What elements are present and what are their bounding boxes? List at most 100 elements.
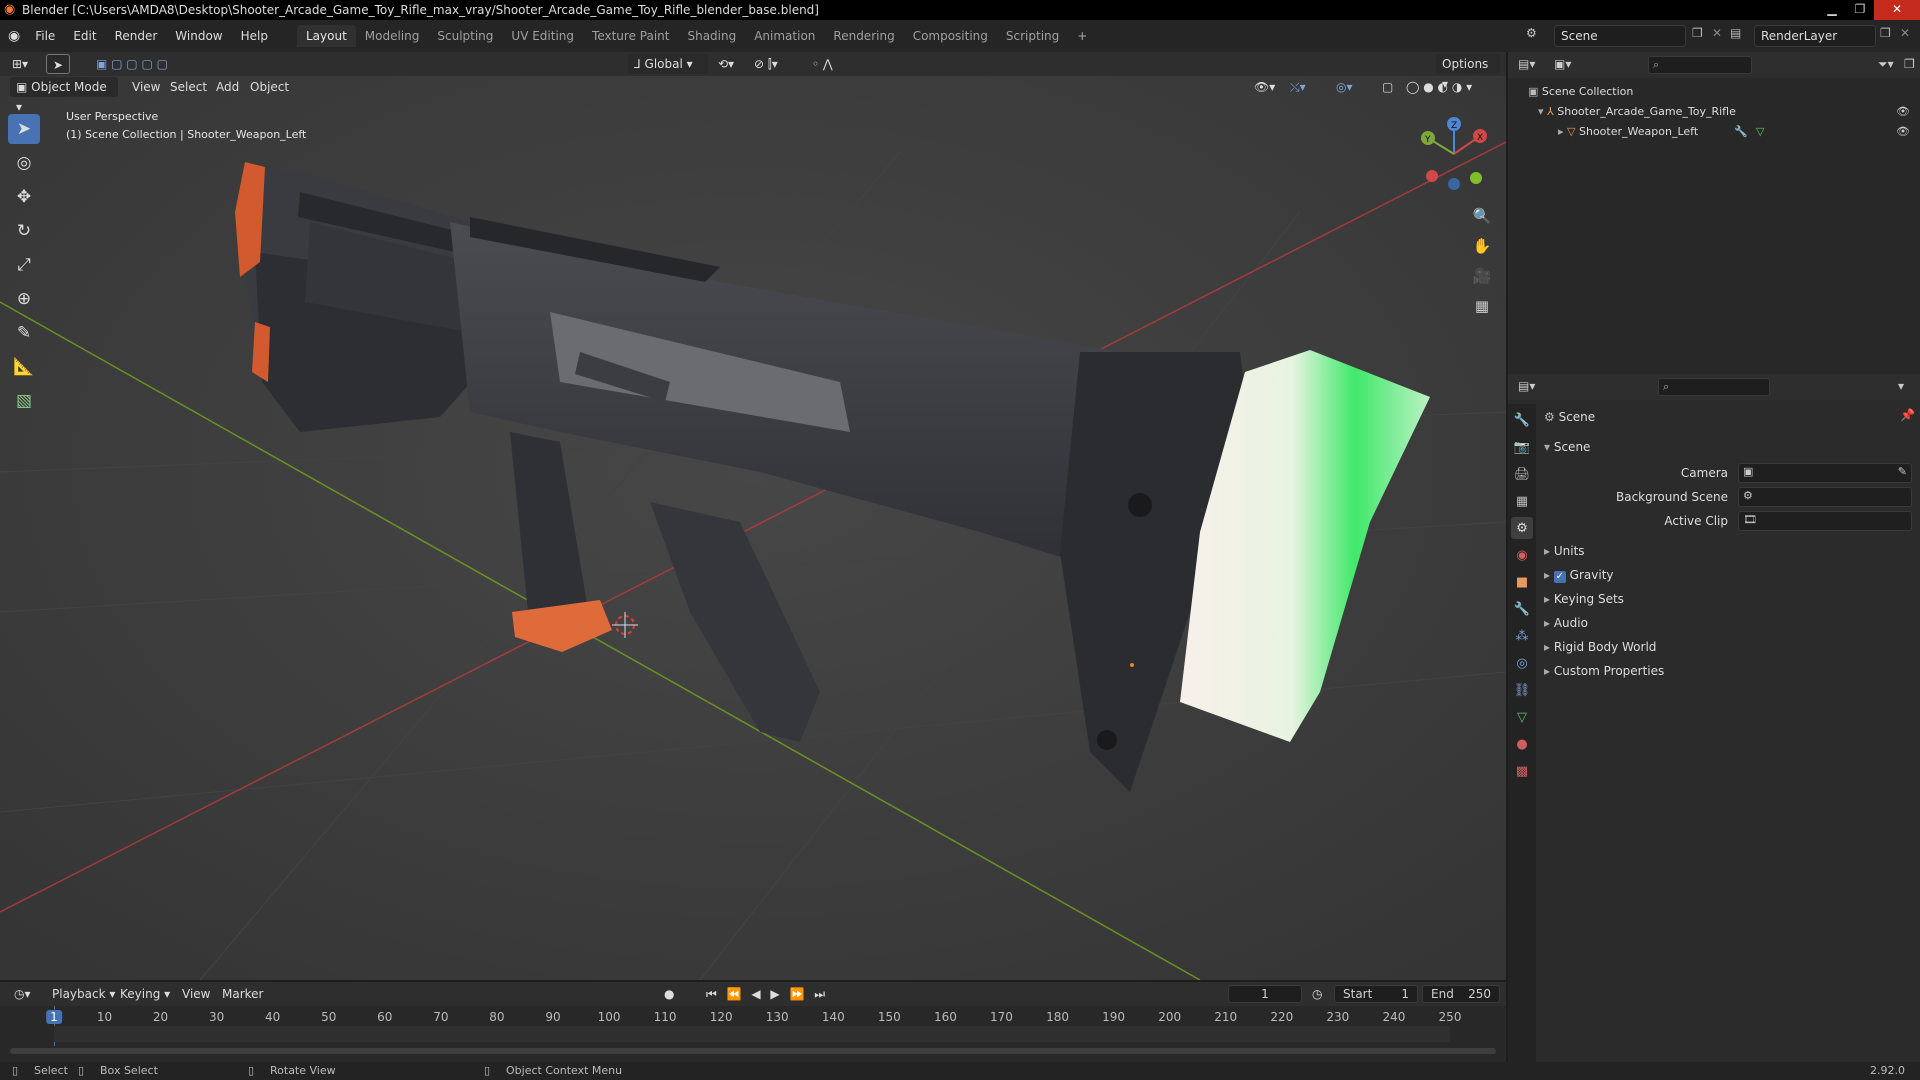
gravity-checkbox[interactable]: ✓ bbox=[1553, 571, 1566, 583]
menu-add[interactable]: Add bbox=[210, 77, 245, 97]
units-panel-header[interactable]: ▸ Units bbox=[1544, 540, 1914, 562]
scale-tool-icon[interactable]: ⤢ bbox=[8, 250, 40, 280]
active-clip-field[interactable]: 🎞 bbox=[1738, 511, 1912, 531]
cursor-tool-icon[interactable]: ◎ bbox=[8, 148, 40, 178]
maximize-button[interactable]: ❐ bbox=[1846, 0, 1874, 20]
material-tab-icon[interactable]: ● bbox=[1511, 733, 1533, 755]
visibility-icon[interactable]: 👁▾ bbox=[1248, 77, 1281, 97]
scene-tab-icon[interactable]: ⚙ bbox=[1511, 517, 1533, 539]
snap-icon[interactable]: ⊘ ⫿▾ bbox=[748, 54, 784, 74]
keying-sets-panel-header[interactable]: ▸ Keying Sets bbox=[1544, 588, 1914, 610]
tab-scripting[interactable]: Scripting bbox=[997, 25, 1068, 47]
tab-modeling[interactable]: Modeling bbox=[356, 25, 429, 47]
pan-hand-icon[interactable]: ✋ bbox=[1468, 232, 1496, 260]
custom-properties-panel-header[interactable]: ▸ Custom Properties bbox=[1544, 660, 1914, 682]
gizmo-toggle-icon[interactable]: ⤯▾ bbox=[1284, 77, 1312, 97]
navigation-gizmo[interactable]: Z X Y bbox=[1414, 114, 1494, 194]
add-cube-tool-icon[interactable]: ▧ bbox=[8, 386, 40, 416]
chevron-down-icon[interactable]: ▾ bbox=[1898, 379, 1904, 393]
delete-scene-icon[interactable]: ✕ bbox=[1712, 26, 1722, 40]
properties-search-input[interactable]: ⌕ bbox=[1658, 378, 1770, 396]
camera-view-icon[interactable]: 🎥 bbox=[1468, 262, 1496, 290]
close-window-button[interactable]: ✕ bbox=[1874, 0, 1920, 20]
playback-controls[interactable]: ⏮ ⏪ ◀ ▶ ⏩ ⏭ bbox=[700, 984, 834, 1004]
tab-shading[interactable]: Shading bbox=[678, 25, 745, 47]
mesh-data-icon[interactable]: ▽ bbox=[1756, 122, 1764, 142]
end-frame-field[interactable]: End 250 bbox=[1422, 985, 1500, 1003]
measure-tool-icon[interactable]: 📐 bbox=[8, 352, 40, 382]
new-scene-icon[interactable]: ❐ bbox=[1692, 26, 1703, 40]
minimize-button[interactable]: ▁ bbox=[1818, 0, 1846, 20]
properties-editor-type-icon[interactable]: ▤▾ bbox=[1518, 379, 1535, 393]
transform-orientation-dropdown[interactable]: ⅃ Global ▾ bbox=[628, 54, 708, 74]
gravity-panel-header[interactable]: ▸ ✓ Gravity bbox=[1544, 564, 1914, 586]
filter-icon[interactable]: ⏷▾ bbox=[1878, 57, 1894, 72]
menu-file[interactable]: File bbox=[26, 25, 64, 47]
audio-panel-header[interactable]: ▸ Audio bbox=[1544, 612, 1914, 634]
physics-tab-icon[interactable]: ◎ bbox=[1511, 652, 1533, 674]
new-collection-icon[interactable]: ❐ bbox=[1904, 57, 1915, 71]
viewport-scene[interactable] bbox=[0, 52, 1506, 980]
select-tool-icon[interactable]: ➤ bbox=[46, 54, 71, 74]
outliner-row-root[interactable]: ▣ Scene Collection bbox=[1528, 82, 1908, 102]
menu-playback[interactable]: Playback ▾ bbox=[46, 984, 121, 1004]
object-tab-icon[interactable]: ■ bbox=[1511, 571, 1533, 593]
select-box-tool-icon[interactable]: ➤ bbox=[8, 114, 40, 144]
menu-edit[interactable]: Edit bbox=[64, 25, 105, 47]
tab-uv-editing[interactable]: UV Editing bbox=[502, 25, 583, 47]
tab-rendering[interactable]: Rendering bbox=[824, 25, 903, 47]
xray-icon[interactable]: ▢ bbox=[1376, 77, 1399, 97]
tab-animation[interactable]: Animation bbox=[745, 25, 824, 47]
add-workspace-button[interactable]: + bbox=[1068, 25, 1096, 47]
outliner-search-input[interactable]: ⌕ bbox=[1648, 56, 1752, 74]
overlay-toggle-icon[interactable]: ◎▾ bbox=[1330, 77, 1359, 97]
proportional-edit-icon[interactable]: ◦ ⋀ bbox=[806, 54, 839, 74]
tab-compositing[interactable]: Compositing bbox=[904, 25, 997, 47]
preview-range-icon[interactable]: ◷ bbox=[1306, 984, 1328, 1004]
blender-menu-icon[interactable]: ◉ bbox=[8, 28, 20, 44]
view-layer-tab-icon[interactable]: ▦ bbox=[1511, 490, 1533, 512]
current-frame-field[interactable]: 1 bbox=[1228, 985, 1302, 1003]
pin-icon[interactable]: 📌 bbox=[1900, 408, 1915, 422]
eyedropper-icon[interactable]: ✎ bbox=[1898, 465, 1907, 478]
scene-selector[interactable]: Scene bbox=[1554, 25, 1686, 47]
outliner-editor-type-icon[interactable]: ▤▾ bbox=[1518, 57, 1535, 71]
move-tool-icon[interactable]: ✥ bbox=[8, 182, 40, 212]
texture-tab-icon[interactable]: ▩ bbox=[1511, 760, 1533, 782]
modifier-icon[interactable]: 🔧 bbox=[1734, 122, 1748, 142]
menu-marker[interactable]: Marker bbox=[216, 984, 269, 1004]
data-tab-icon[interactable]: ▽ bbox=[1511, 706, 1533, 728]
rigid-body-world-panel-header[interactable]: ▸ Rigid Body World bbox=[1544, 636, 1914, 658]
tab-layout[interactable]: Layout bbox=[296, 25, 356, 47]
scene-panel-header[interactable]: ▾ Scene bbox=[1544, 436, 1914, 458]
annotate-tool-icon[interactable]: ✎ bbox=[8, 318, 40, 348]
shading-modes-icons[interactable]: ◯ ● ◐ ◑ ▾ bbox=[1400, 77, 1478, 97]
view-layer-selector[interactable]: RenderLayer bbox=[1754, 25, 1876, 47]
auto-keying-icon[interactable]: ● bbox=[658, 984, 680, 1004]
transform-tool-icon[interactable]: ⊕ bbox=[8, 284, 40, 314]
display-mode-icon[interactable]: ▣▾ bbox=[1554, 57, 1571, 71]
render-tab-icon[interactable]: 📷 bbox=[1511, 436, 1533, 458]
new-view-layer-icon[interactable]: ❐ bbox=[1880, 26, 1891, 40]
modifier-tab-icon[interactable]: 🔧 bbox=[1511, 598, 1533, 620]
zoom-icon[interactable]: 🔍 bbox=[1468, 202, 1496, 230]
pivot-point-icon[interactable]: ⟲▾ bbox=[712, 54, 740, 74]
outliner-row-0[interactable]: ▾ ⅄ Shooter_Arcade_Game_Toy_Rifle 👁 bbox=[1538, 102, 1910, 122]
timeline-ruler[interactable]: 1 10 20 30 40 50 60 70 80 90 100 110 120 130 140 150 160… bbox=[0, 1006, 1506, 1062]
3d-viewport[interactable]: ⊞▾ ➤ ▣ ▢ ▢ ▢ ▢ ⅃ Global ▾ ⟲▾ ⊘ ⫿▾ ◦ ⋀ Op… bbox=[0, 52, 1506, 980]
outliner-row-1[interactable]: ▸ ▽ Shooter_Weapon_Left 🔧 ▽ 👁 bbox=[1558, 122, 1910, 142]
start-frame-field[interactable]: Start 1 bbox=[1334, 985, 1418, 1003]
menu-object[interactable]: Object bbox=[244, 77, 295, 97]
expand-arrow-icon[interactable]: ▾ bbox=[1538, 105, 1547, 118]
visibility-eye-icon[interactable]: 👁 bbox=[1896, 102, 1910, 122]
expand-arrow-icon[interactable]: ▸ bbox=[1558, 125, 1567, 138]
world-tab-icon[interactable]: ◉ bbox=[1511, 544, 1533, 566]
particles-tab-icon[interactable]: ⁂ bbox=[1511, 625, 1533, 647]
timeline-scrollbar[interactable] bbox=[10, 1048, 1496, 1054]
ortho-grid-icon[interactable]: ▦ bbox=[1468, 292, 1496, 320]
menu-view[interactable]: View bbox=[126, 77, 166, 97]
output-tab-icon[interactable]: 🖨 bbox=[1511, 463, 1533, 485]
camera-field[interactable]: ▣ ✎ bbox=[1738, 463, 1912, 483]
options-dropdown[interactable]: Options ▾ bbox=[1436, 54, 1500, 91]
visibility-eye-icon[interactable]: 👁 bbox=[1896, 122, 1910, 142]
